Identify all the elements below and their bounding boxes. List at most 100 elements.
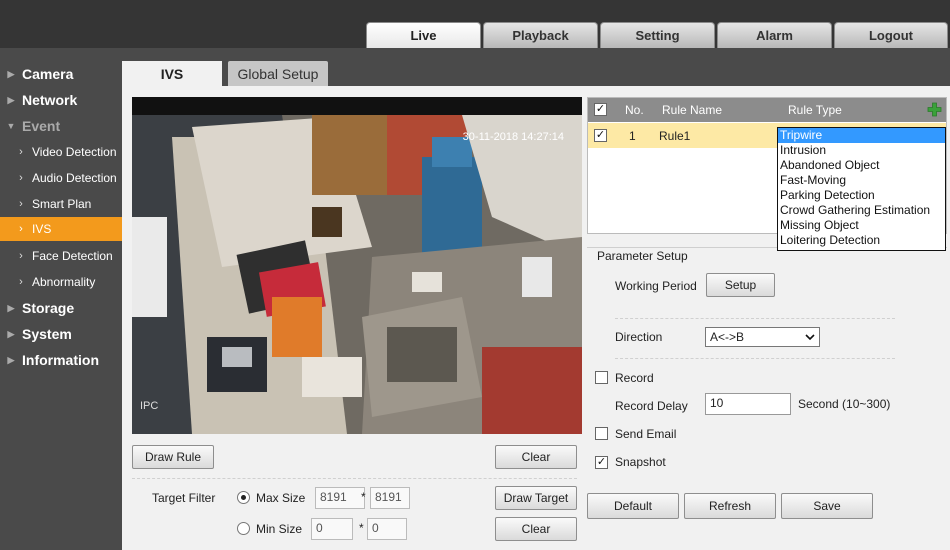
tab-playback[interactable]: Playback — [483, 22, 598, 48]
triangle-down-icon: ▼ — [6, 121, 16, 131]
default-button[interactable]: Default — [587, 493, 679, 519]
chevron-right-icon: › — [19, 250, 23, 262]
chevron-right-icon: › — [19, 198, 23, 210]
video-timestamp: 30-11-2018 14:27:14 — [462, 131, 564, 143]
refresh-button[interactable]: Refresh — [684, 493, 776, 519]
video-overlay-label: IPC — [140, 400, 159, 412]
rule-type-option[interactable]: Parking Detection — [778, 188, 945, 203]
sidebar-item-ivs[interactable]: › IVS — [0, 217, 122, 241]
sidebar-item-label: Camera — [22, 66, 74, 82]
max-size-height-field[interactable]: 8191 — [370, 487, 410, 509]
record-delay-unit: Second (10~300) — [798, 397, 891, 411]
size-separator: * — [361, 490, 366, 504]
draw-target-button[interactable]: Draw Target — [495, 486, 577, 510]
chevron-right-icon: › — [19, 276, 23, 288]
record-checkbox[interactable] — [595, 371, 608, 384]
office-scene-image — [132, 97, 582, 434]
rule-type-dropdown-list[interactable]: Tripwire Intrusion Abandoned Object Fast… — [777, 127, 946, 251]
tab-setting[interactable]: Setting — [600, 22, 715, 48]
rule-type-option[interactable]: Intrusion — [778, 143, 945, 158]
working-period-label: Working Period — [615, 279, 697, 293]
min-size-radio[interactable] — [237, 522, 250, 535]
record-label: Record — [615, 371, 654, 385]
select-all-checkbox[interactable]: ✓ — [594, 103, 607, 116]
sidebar-item-camera[interactable]: ▶ Camera — [0, 62, 122, 86]
rule-type-option[interactable]: Missing Object — [778, 218, 945, 233]
snapshot-checkbox[interactable]: ✓ — [595, 456, 608, 469]
record-delay-label: Record Delay — [615, 399, 688, 413]
clear-target-button[interactable]: Clear — [495, 517, 577, 541]
sidebar-item-video-detection[interactable]: › Video Detection — [0, 140, 122, 164]
tab-global-setup[interactable]: Global Setup — [228, 61, 328, 87]
rule-type-option[interactable]: Fast-Moving — [778, 173, 945, 188]
rule-checkbox[interactable]: ✓ — [594, 129, 607, 142]
sidebar-item-storage[interactable]: ▶ Storage — [0, 296, 122, 320]
sidebar-item-label: Face Detection — [32, 249, 113, 263]
column-no: No. — [625, 103, 644, 117]
sidebar-item-face-detection[interactable]: › Face Detection — [0, 244, 122, 268]
divider — [615, 358, 895, 359]
tab-ivs[interactable]: IVS — [122, 61, 222, 87]
direction-select[interactable]: A<->B — [705, 327, 820, 347]
sidebar-item-label: Audio Detection — [32, 171, 117, 185]
column-rule-name: Rule Name — [662, 103, 723, 117]
send-email-label: Send Email — [615, 427, 677, 441]
sidebar-item-event[interactable]: ▼ Event — [0, 114, 122, 138]
sidebar-item-label: Network — [22, 92, 78, 108]
divider — [132, 478, 577, 479]
sidebar-item-audio-detection[interactable]: › Audio Detection — [0, 166, 122, 190]
min-size-height-field[interactable]: 0 — [367, 518, 407, 540]
clear-rule-button[interactable]: Clear — [495, 445, 577, 469]
chevron-right-icon: › — [19, 172, 23, 184]
sidebar-item-information[interactable]: ▶ Information — [0, 348, 122, 372]
chevron-right-icon: › — [19, 223, 23, 235]
target-filter-label: Target Filter — [152, 491, 216, 505]
rule-type-option[interactable]: Loitering Detection — [778, 233, 945, 248]
sidebar-item-label: Video Detection — [32, 145, 117, 159]
triangle-right-icon: ▶ — [7, 328, 15, 339]
chevron-right-icon: › — [19, 146, 23, 158]
max-size-label: Max Size — [256, 491, 306, 505]
sidebar-item-label: Abnormality — [32, 275, 96, 289]
divider — [615, 318, 895, 319]
add-rule-icon[interactable] — [927, 102, 942, 117]
triangle-right-icon: ▶ — [7, 94, 15, 105]
size-separator: * — [359, 521, 364, 535]
rule-name: Rule1 — [659, 129, 691, 143]
rule-type-option[interactable]: Abandoned Object — [778, 158, 945, 173]
send-email-checkbox[interactable] — [595, 427, 608, 440]
sidebar-item-abnormality[interactable]: › Abnormality — [0, 270, 122, 294]
tab-logout[interactable]: Logout — [834, 22, 948, 48]
triangle-right-icon: ▶ — [7, 354, 15, 365]
triangle-right-icon: ▶ — [7, 68, 15, 79]
draw-rule-button[interactable]: Draw Rule — [132, 445, 214, 469]
rule-table-header: ✓ No. Rule Name Rule Type — [588, 98, 946, 122]
rule-type-option[interactable]: Crowd Gathering Estimation — [778, 203, 945, 218]
max-size-radio[interactable] — [237, 491, 250, 504]
save-button[interactable]: Save — [781, 493, 873, 519]
sidebar-item-label: IVS — [32, 222, 52, 236]
sidebar-item-label: Storage — [22, 300, 75, 316]
chevron-down-icon — [805, 333, 815, 340]
record-delay-input[interactable]: 10 — [705, 393, 791, 415]
sidebar-item-system[interactable]: ▶ System — [0, 322, 122, 346]
sidebar-item-label: System — [22, 326, 72, 342]
column-rule-type: Rule Type — [788, 103, 842, 117]
rule-number: 1 — [629, 129, 636, 143]
rule-type-option[interactable]: Tripwire — [778, 128, 945, 143]
min-size-width-field[interactable]: 0 — [311, 518, 353, 540]
max-size-width-field[interactable]: 8191 — [315, 487, 365, 509]
direction-label: Direction — [615, 330, 663, 344]
triangle-right-icon: ▶ — [7, 302, 15, 313]
sidebar-item-network[interactable]: ▶ Network — [0, 88, 122, 112]
setup-button[interactable]: Setup — [706, 273, 775, 297]
camera-video-feed[interactable]: 30-11-2018 14:27:14 IPC — [132, 97, 582, 434]
tab-live[interactable]: Live — [366, 22, 481, 48]
direction-value: A<->B — [710, 330, 745, 344]
snapshot-label: Snapshot — [615, 455, 666, 469]
sidebar: ▶ Camera ▶ Network ▼ Event › Video Detection… — [0, 48, 122, 550]
parameter-setup-title: Parameter Setup — [597, 249, 692, 263]
tab-alarm[interactable]: Alarm — [717, 22, 832, 48]
sidebar-item-label: Information — [22, 352, 99, 368]
sidebar-item-smart-plan[interactable]: › Smart Plan — [0, 192, 122, 216]
